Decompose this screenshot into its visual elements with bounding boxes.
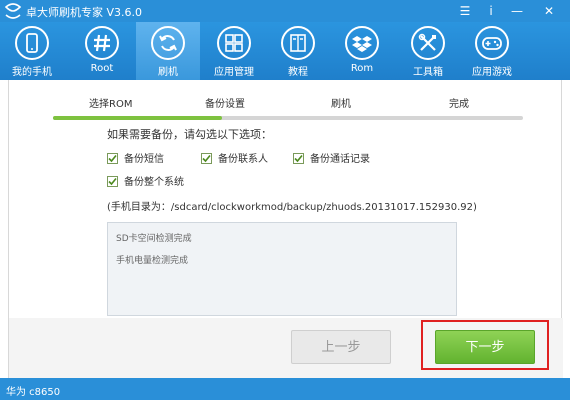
step-flash: 刷机 xyxy=(331,99,351,110)
log-line: SD卡空间检测完成 xyxy=(116,234,192,244)
log-line: 手机电量检测完成 xyxy=(116,256,189,266)
step-backup-settings: 备份设置 xyxy=(205,99,245,110)
gamepad-icon xyxy=(475,26,509,60)
minimize-icon[interactable]: — xyxy=(506,1,528,21)
log-box: SD卡空间检测完成 手机电量检测完成 xyxy=(107,222,457,316)
checkbox-label: 备份联系人 xyxy=(218,154,268,165)
nav-item-tutorial[interactable]: 教程 xyxy=(266,22,330,80)
refresh-icon xyxy=(151,26,185,60)
nav-item-label: 刷机 xyxy=(158,67,178,78)
flash-wizard-panel: 选择ROM 备份设置 刷机 完成 如果需要备份，请勾选以下选项： 备份短信 备份… xyxy=(8,80,563,378)
step-done: 完成 xyxy=(449,99,469,110)
phone-icon xyxy=(15,26,49,60)
wizard-footer: 上一步 下一步 xyxy=(9,318,563,378)
title-bar: 卓大师刷机专家 V3.6.0 ☰ i — ✕ xyxy=(0,0,570,22)
dropbox-icon xyxy=(345,26,379,60)
hash-icon xyxy=(85,26,119,60)
nav-item-rom[interactable]: Rom xyxy=(330,22,394,80)
checkbox-label: 备份短信 xyxy=(124,154,164,165)
main-nav: 我的手机 Root 刷机 应用管理 教程 Rom 工具箱 应用游戏 xyxy=(0,22,570,80)
checkbox-box[interactable] xyxy=(201,153,212,164)
book-icon xyxy=(281,26,315,60)
next-step-button[interactable]: 下一步 xyxy=(435,330,535,364)
backup-contacts-checkbox[interactable]: 备份联系人 xyxy=(201,150,268,165)
checkbox-box[interactable] xyxy=(107,176,118,187)
nav-item-my-phone[interactable]: 我的手机 xyxy=(0,22,64,80)
zhuo-logo-icon xyxy=(4,3,22,19)
nav-item-label: 教程 xyxy=(288,67,308,78)
menu-icon[interactable]: ☰ xyxy=(454,1,476,21)
backup-question: 如果需要备份，请勾选以下选项： xyxy=(107,128,272,141)
tools-icon xyxy=(411,26,445,60)
step-select-rom: 选择ROM xyxy=(89,99,133,110)
checkbox-label: 备份通话记录 xyxy=(310,154,370,165)
nav-item-app-games[interactable]: 应用游戏 xyxy=(460,22,524,80)
nav-item-label: Root xyxy=(90,63,114,74)
info-icon[interactable]: i xyxy=(480,1,502,21)
nav-item-label: Rom xyxy=(350,63,374,74)
nav-item-label: 工具箱 xyxy=(413,67,443,78)
status-bar: 华为 c8650 xyxy=(0,378,570,400)
close-icon[interactable]: ✕ xyxy=(538,1,560,21)
nav-item-label: 应用游戏 xyxy=(472,67,512,78)
nav-item-app-manager[interactable]: 应用管理 xyxy=(202,22,266,80)
backup-path-text: (手机目录为：/sdcard/clockworkmod/backup/zhuod… xyxy=(107,202,477,213)
wizard-steps: 选择ROM 备份设置 刷机 完成 xyxy=(9,80,563,118)
nav-item-toolbox[interactable]: 工具箱 xyxy=(396,22,460,80)
checkbox-box[interactable] xyxy=(293,153,304,164)
nav-item-label: 我的手机 xyxy=(12,67,52,78)
backup-sms-checkbox[interactable]: 备份短信 xyxy=(107,150,164,165)
device-name: 华为 c8650 xyxy=(6,387,61,398)
nav-item-label: 应用管理 xyxy=(214,67,254,78)
nav-item-flash[interactable]: 刷机 xyxy=(136,22,200,80)
nav-item-root[interactable]: Root xyxy=(70,22,134,80)
checkbox-box[interactable] xyxy=(107,153,118,164)
window-title: 卓大师刷机专家 V3.6.0 xyxy=(26,6,143,19)
progress-fill xyxy=(53,116,223,120)
checkbox-label: 备份整个系统 xyxy=(124,177,184,188)
grid-icon xyxy=(217,26,251,60)
backup-full-system-checkbox[interactable]: 备份整个系统 xyxy=(107,173,184,188)
prev-step-button[interactable]: 上一步 xyxy=(291,330,391,364)
wizard-progress-bar xyxy=(53,116,523,120)
backup-call-log-checkbox[interactable]: 备份通话记录 xyxy=(293,150,370,165)
